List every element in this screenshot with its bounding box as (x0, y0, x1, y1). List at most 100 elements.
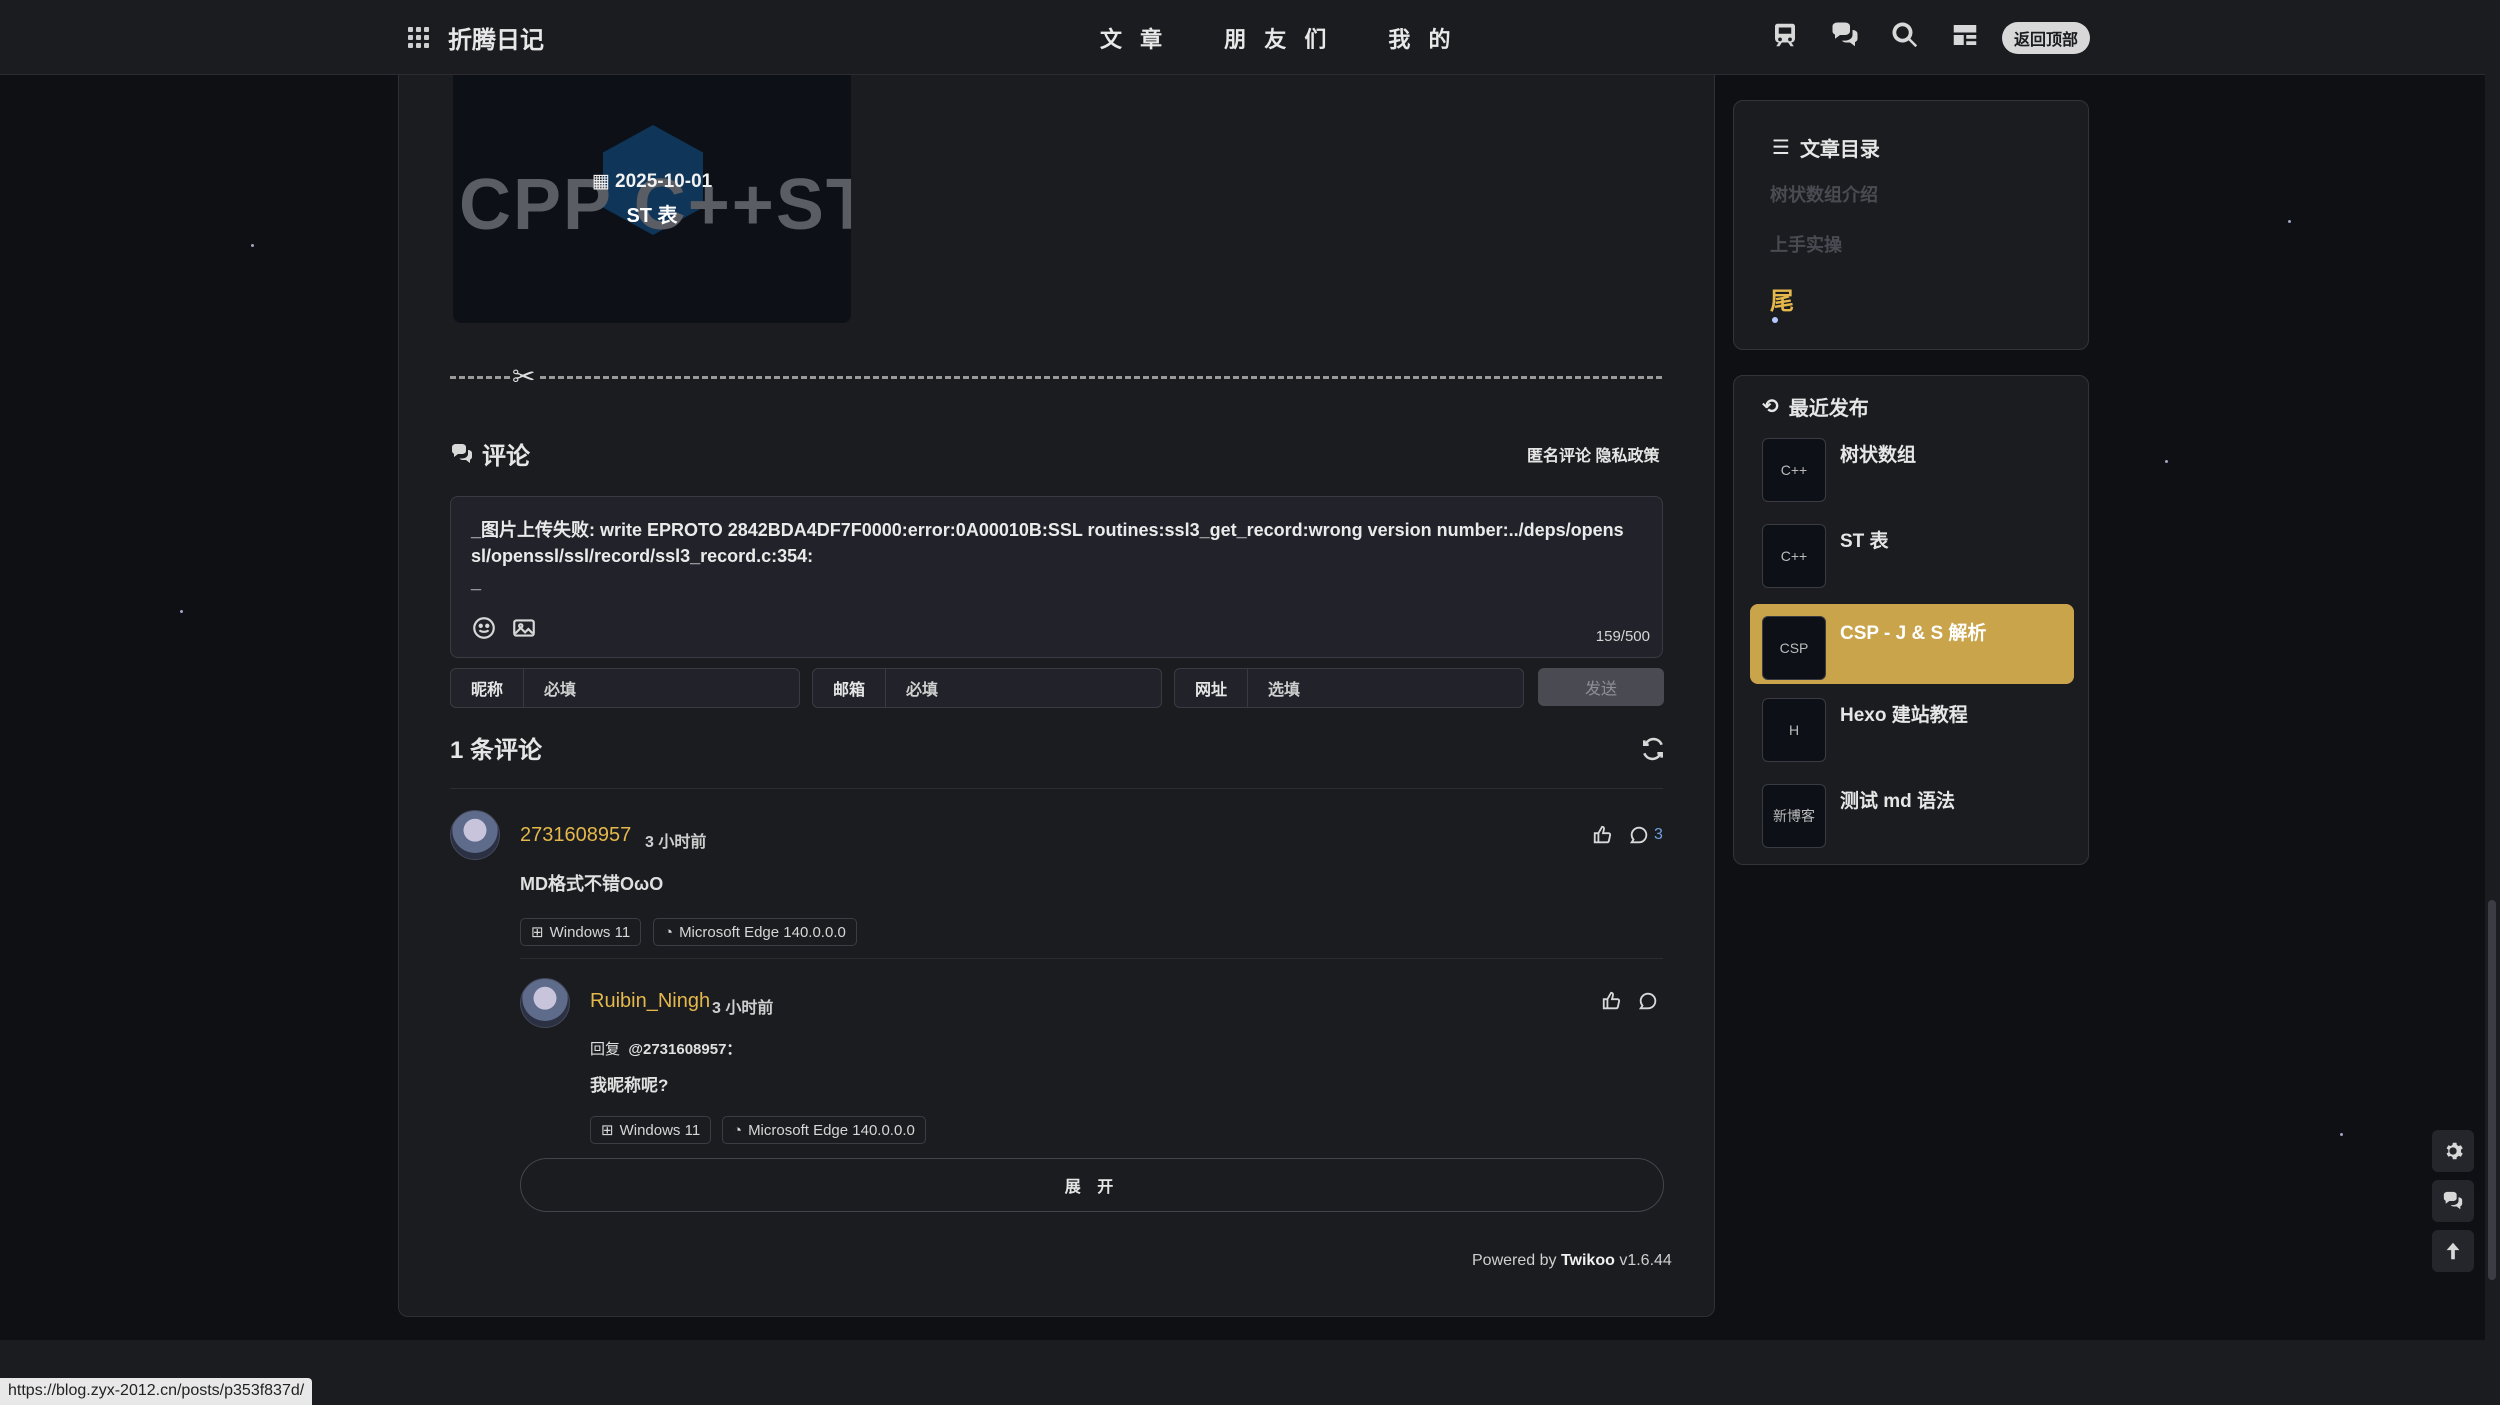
like-icon[interactable] (1601, 990, 1623, 1012)
reply-author[interactable]: Ruibin_Ningh (590, 990, 710, 1013)
reply-icon[interactable] (1628, 824, 1650, 846)
scissors-icon: ✂ (510, 360, 538, 393)
nav-item-friends[interactable]: 朋 友 们 (1224, 22, 1332, 54)
reply-button[interactable]: 3 (1628, 824, 1663, 846)
email-field[interactable]: 邮箱 必填 (812, 668, 1162, 708)
like-icon[interactable] (1592, 824, 1614, 846)
scrollbar-thumb[interactable] (2488, 900, 2496, 1280)
post-name: ST 表 (626, 205, 678, 227)
post-thumbnail[interactable]: CPP C++ST表 ▦ 2025-10-01 ST 表 (453, 75, 851, 323)
chat-icon (2443, 1191, 2463, 1210)
website-input[interactable]: 选填 (1248, 676, 1300, 700)
recent-thumb: CSP (1762, 616, 1826, 680)
toc-item-active[interactable]: 尾 (1770, 281, 1794, 316)
comment-count: 1 条评论 (450, 737, 543, 764)
search-icon[interactable] (1890, 20, 1920, 50)
recent-thumb: C++ (1762, 524, 1826, 588)
reply-to-line: 回复 @2731608957： (590, 1038, 741, 1059)
layout-icon[interactable] (1950, 20, 1980, 50)
os-badge-label: Windows 11 (549, 923, 631, 941)
reply-text: 我昵称呢? (590, 1076, 669, 1095)
nickname-label: 昵称 (451, 669, 525, 707)
reply-to-user[interactable]: @2731608957 (628, 1041, 726, 1058)
send-button[interactable]: 发送 (1538, 668, 1664, 706)
reply-separator (520, 958, 1663, 959)
browser-badge: ◔ Microsoft Edge 140.0.0.0 (653, 918, 857, 946)
windows-icon: ⊞ (601, 1122, 614, 1139)
dashed-divider (450, 376, 1662, 379)
recent-item-label[interactable]: 树状数组 (1840, 440, 1916, 467)
comment-textarea[interactable]: _图片上传失败: write EPROTO 2842BDA4DF7F0000:e… (471, 517, 1631, 595)
expand-button[interactable]: 展 开 (520, 1158, 1664, 1212)
edge-icon: ◔ (733, 1121, 743, 1139)
comment-text: MD格式不错OωO (520, 874, 664, 894)
recent-item-label[interactable]: 测试 md 语法 (1840, 786, 1955, 813)
privacy-links[interactable]: 匿名评论 隐私政策 (1527, 442, 1659, 466)
nav-item-articles[interactable]: 文 章 (1100, 22, 1168, 54)
email-label: 邮箱 (813, 669, 887, 707)
image-upload-icon[interactable] (511, 615, 537, 641)
twikoo-link[interactable]: Twikoo (1561, 1252, 1615, 1269)
comment-separator (450, 788, 1663, 789)
editor-toolbar (471, 615, 537, 641)
toc-heading: ☰ 文章目录 (1772, 133, 1880, 162)
refresh-icon[interactable] (1640, 736, 1666, 762)
nickname-input[interactable]: 必填 (524, 676, 576, 700)
post-date-value: 2025-10-01 (615, 171, 713, 192)
brand[interactable]: 折腾日记 (408, 20, 544, 55)
recent-item[interactable]: 新博客 测试 md 语法 (1750, 772, 2074, 852)
comments-title: 评论 (482, 443, 530, 470)
reply-os-label: Windows 11 (619, 1121, 701, 1139)
recent-item[interactable]: H Hexo 建站教程 (1750, 686, 2074, 766)
reply-prefix: 回复 (590, 1041, 621, 1058)
status-bar-url: https://blog.zyx-2012.cn/posts/p353f837d… (0, 1378, 313, 1405)
comments-heading: 评论 (450, 436, 530, 471)
email-input[interactable]: 必填 (886, 676, 938, 700)
footer (0, 1340, 2485, 1405)
comment-author[interactable]: 2731608957 (520, 824, 631, 847)
reply-time: 3 小时前 (712, 1000, 774, 1017)
settings-button[interactable] (2432, 1130, 2474, 1172)
apps-grid-icon[interactable] (408, 26, 430, 49)
powered-by: Powered by Twikoo v1.6.44 (1472, 1252, 1672, 1270)
emoji-icon[interactable] (471, 615, 497, 641)
recent-heading: ⟲ 最近发布 (1762, 392, 1869, 421)
comment-editor[interactable]: _图片上传失败: write EPROTO 2842BDA4DF7F0000:e… (450, 496, 1663, 658)
powered-prefix: Powered by (1472, 1252, 1557, 1269)
site-title[interactable]: 折腾日记 (448, 20, 544, 55)
calendar-icon: ▦ (591, 171, 616, 192)
reply-actions (1601, 990, 1659, 1012)
website-label: 网址 (1175, 669, 1249, 707)
reply-colon: ： (726, 1041, 742, 1058)
comment-time: 3 小时前 (645, 834, 707, 851)
recent-item-label[interactable]: ST 表 (1840, 526, 1889, 553)
chat-icon[interactable] (1830, 20, 1860, 50)
toc-progress-dot (1772, 317, 1778, 323)
nav-item-mine[interactable]: 我 的 (1388, 22, 1456, 54)
train-icon[interactable] (1770, 20, 1800, 50)
main-nav: 文 章 朋 友 们 我 的 (1100, 22, 1456, 54)
avatar[interactable] (450, 810, 500, 860)
top-icon-group (1770, 20, 1980, 50)
comment-jump-button[interactable] (2432, 1180, 2474, 1222)
arrow-up-icon (2446, 1242, 2460, 1260)
comment-actions: 3 (1592, 824, 1663, 846)
website-field[interactable]: 网址 选填 (1174, 668, 1524, 708)
recent-item-label[interactable]: Hexo 建站教程 (1840, 700, 1968, 727)
back-to-top-button[interactable]: 返回顶部 (2002, 22, 2090, 54)
browser-badge-label: Microsoft Edge 140.0.0.0 (679, 923, 846, 941)
twikoo-version: v1.6.44 (1619, 1252, 1672, 1269)
reply-icon[interactable] (1637, 990, 1659, 1012)
reply-browser-label: Microsoft Edge 140.0.0.0 (748, 1121, 915, 1139)
nickname-field[interactable]: 昵称 必填 (450, 668, 800, 708)
recent-item-label[interactable]: CSP - J & S 解析 (1840, 618, 1986, 645)
toc-item[interactable]: 树状数组介绍 (1770, 181, 1878, 207)
reply-count: 3 (1654, 826, 1663, 843)
toc-item[interactable]: 上手实操 (1770, 231, 1842, 257)
recent-thumb: C++ (1762, 438, 1826, 502)
recent-item-active[interactable]: CSP CSP - J & S 解析 (1750, 604, 2074, 684)
avatar[interactable] (520, 978, 570, 1028)
recent-item[interactable]: C++ ST 表 (1750, 512, 2074, 592)
recent-item[interactable]: C++ 树状数组 (1750, 426, 2074, 506)
scroll-top-button[interactable] (2432, 1230, 2474, 1272)
